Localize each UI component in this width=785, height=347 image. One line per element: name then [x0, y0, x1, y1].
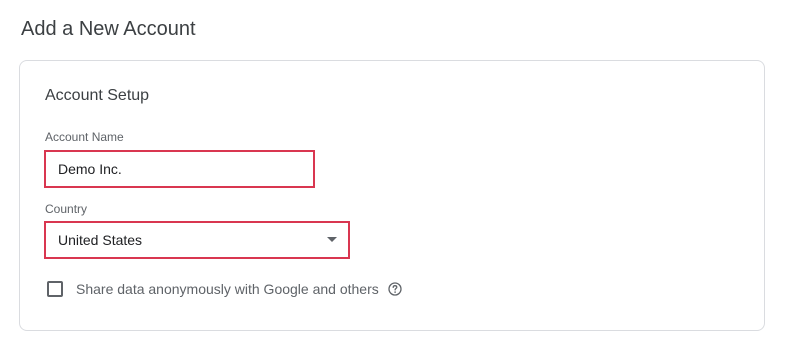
account-setup-card: Account Setup Account Name Country Unite…: [19, 60, 765, 331]
share-data-checkbox[interactable]: [47, 281, 63, 297]
caret-down-icon: [327, 237, 337, 242]
account-setup-title: Account Setup: [45, 87, 150, 104]
share-data-label[interactable]: Share data anonymously with Google and o…: [76, 281, 379, 297]
account-name-input[interactable]: [44, 150, 315, 188]
country-label: Country: [45, 202, 88, 216]
account-name-label: Account Name: [45, 130, 124, 144]
page-title: Add a New Account: [21, 18, 196, 40]
share-data-row: Share data anonymously with Google and o…: [47, 279, 402, 299]
country-select-value: United States: [58, 232, 143, 248]
help-circle-icon[interactable]: [388, 282, 402, 296]
country-select[interactable]: United States: [44, 221, 350, 259]
